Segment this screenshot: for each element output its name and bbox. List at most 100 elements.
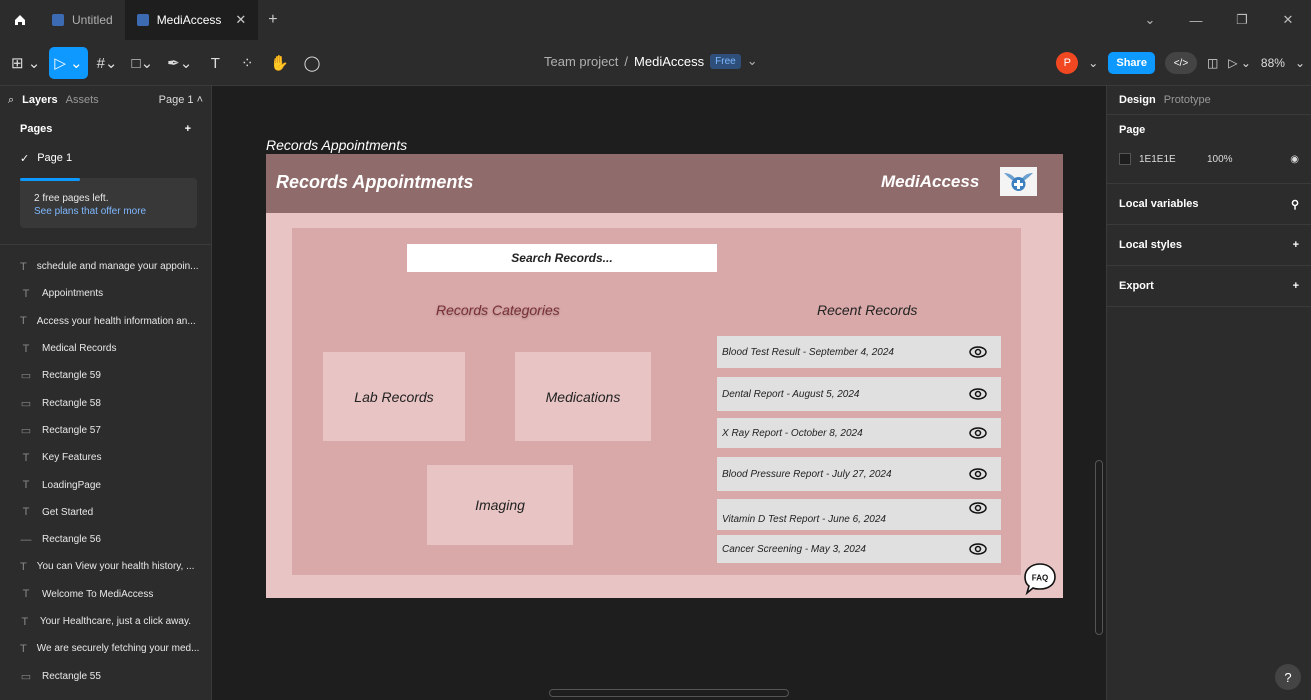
record-item[interactable]: X Ray Report - October 8, 2024 [717,418,1001,448]
record-item[interactable]: Blood Pressure Report - July 27, 2024 [717,457,1001,491]
left-panel: ⌕ Layers Assets Page 1 ˄ Pages + ✓ Page … [0,86,212,700]
record-label: Dental Report - August 5, 2024 [722,388,860,400]
color-swatch[interactable] [1119,153,1131,165]
category-card-imaging[interactable]: Imaging [427,465,573,545]
add-page-button[interactable]: + [185,123,191,135]
library-icon[interactable]: ◫ [1207,56,1218,70]
record-item[interactable]: Blood Test Result - September 4, 2024 [717,336,1001,368]
upsell-link[interactable]: See plans that offer more [34,205,183,218]
resources-button[interactable]: ⁘ [233,47,261,79]
text-layer-icon: T [22,479,30,492]
bg-opacity-value[interactable]: 100% [1207,154,1233,165]
breadcrumb-separator: / [624,53,629,69]
layer-item[interactable]: — Rectangle 56 [0,526,211,553]
add-style-button[interactable]: + [1293,239,1299,251]
chevron-down-icon[interactable]: ⌄ [1088,56,1098,70]
main-menu-button[interactable]: ⊞ ⌄ [6,47,45,79]
tab-mediaccess[interactable]: MediAccess ✕ [124,0,259,40]
category-card-lab-records[interactable]: Lab Records [323,352,465,441]
layer-item[interactable]: ▭ Rectangle 57 [0,417,211,444]
record-item[interactable]: Cancer Screening - May 3, 2024 [717,535,1001,563]
category-card-medications[interactable]: Medications [515,352,651,441]
present-button[interactable]: ▷ ⌄ [1228,56,1251,70]
pages-usage-bar [20,178,80,181]
zoom-level[interactable]: 88% [1261,56,1285,70]
local-variables-label: Local variables [1119,198,1199,210]
eye-icon[interactable] [969,427,987,439]
frame-tool-button[interactable]: #⌄ [92,47,123,79]
record-item[interactable]: Vitamin D Test Report - June 6, 2024 [717,499,1001,530]
layer-item[interactable]: ▭ Rectangle 59 [0,362,211,389]
layer-label: LoadingPage [42,479,101,491]
text-layer-icon: T [20,642,27,655]
layer-item[interactable]: T Access your health information an... [0,308,211,335]
share-button[interactable]: Share [1108,52,1155,74]
breadcrumb-project[interactable]: MediAccess [634,54,704,69]
move-tool-button[interactable]: ▷ ⌄ [49,47,88,79]
eye-icon[interactable] [969,388,987,400]
record-item[interactable]: Dental Report - August 5, 2024 [717,377,1001,411]
tab-design[interactable]: Design [1119,94,1156,106]
faq-button[interactable]: FAQ [1022,562,1058,596]
faq-label: FAQ [1032,574,1048,583]
text-layer-icon: T [20,560,27,573]
search-input[interactable]: Search Records... [407,244,717,272]
dev-mode-toggle[interactable]: </> [1164,52,1197,74]
restore-button[interactable]: ❐ [1219,0,1265,40]
layer-item[interactable]: Tschedule and manage your appoin... [0,253,211,280]
help-button[interactable]: ? [1275,664,1301,690]
bg-color-value[interactable]: 1E1E1E [1139,154,1199,165]
layer-item[interactable]: T Key Features [0,444,211,471]
eye-icon[interactable]: ◉ [1290,154,1299,165]
breadcrumb[interactable]: Team project / MediAccess Free ⌄ [544,53,758,69]
tab-prototype[interactable]: Prototype [1164,94,1211,106]
layer-item[interactable]: ▭ Rectangle 55 [0,662,211,689]
layer-item[interactable]: T LoadingPage [0,471,211,498]
tab-untitled[interactable]: Untitled [40,0,125,40]
records-frame[interactable]: Records Appointments MediAccess Search R… [266,154,1063,598]
comment-tool-button[interactable]: ◯ [298,47,326,79]
hand-tool-button[interactable]: ✋ [265,47,294,79]
tab-layers[interactable]: Layers [22,94,57,106]
layer-item[interactable]: T Get Started [0,499,211,526]
layer-item[interactable]: T We are securely fetching your med... [0,635,211,662]
close-icon[interactable]: ✕ [235,12,246,28]
layer-label: Key Features [42,452,102,464]
chevron-down-icon[interactable]: ⌄ [1127,0,1173,40]
frame-label[interactable]: Records Appointments [266,137,407,153]
breadcrumb-team[interactable]: Team project [544,54,618,69]
pen-tool-button[interactable]: ✒⌄ [162,47,197,79]
search-icon[interactable]: ⌕ [8,94,14,107]
new-tab-button[interactable]: + [258,11,287,29]
text-tool-button[interactable]: T [201,47,229,79]
layer-item[interactable]: T Appointments [0,280,211,307]
shape-tool-button[interactable]: □⌄ [127,47,159,79]
minimize-button[interactable]: — [1173,0,1219,40]
vertical-scrollbar[interactable] [1095,460,1103,635]
eye-icon[interactable] [969,346,987,358]
record-label: X Ray Report - October 8, 2024 [722,427,863,439]
avatar[interactable]: P [1056,52,1079,74]
home-icon[interactable] [0,0,40,40]
mediaccess-logo [1000,167,1037,196]
page-selector[interactable]: Page 1 ˄ [159,94,203,106]
eye-icon[interactable] [969,502,987,515]
layer-item[interactable]: T Welcome To MediAccess [0,581,211,608]
eye-icon[interactable] [969,468,987,480]
variables-icon[interactable]: ⚲ [1291,198,1299,211]
layer-item[interactable]: T Medical Records [0,335,211,362]
tab-assets[interactable]: Assets [66,94,99,106]
chevron-down-icon[interactable]: ⌄ [1295,56,1305,70]
layer-label: Rectangle 55 [42,670,101,682]
text-layer-icon: T [22,342,30,355]
layer-item[interactable]: T You can View your health history, ... [0,553,211,580]
chevron-down-icon[interactable]: ⌄ [747,53,758,69]
page-item[interactable]: ✓ Page 1 [0,144,211,172]
layer-item[interactable]: T Your Healthcare, just a click away. [0,608,211,635]
horizontal-scrollbar[interactable] [549,689,789,697]
eye-icon[interactable] [969,543,987,555]
add-export-button[interactable]: + [1293,280,1299,292]
window-close-button[interactable]: ✕ [1265,0,1311,40]
categories-title: Records Categories [436,302,560,318]
layer-item[interactable]: ▭ Rectangle 58 [0,389,211,416]
